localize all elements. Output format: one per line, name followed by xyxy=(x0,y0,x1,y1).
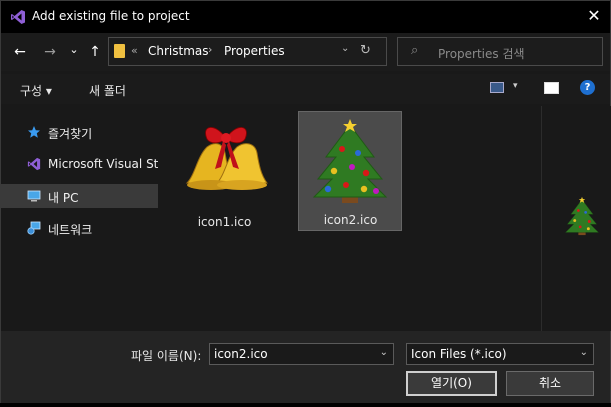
network-icon xyxy=(27,221,41,235)
visual-studio-icon xyxy=(27,157,41,171)
chevron-down-icon[interactable]: ⌄ xyxy=(380,347,388,358)
sidebar-item-label: 내 PC xyxy=(48,191,79,205)
refresh-button[interactable]: ↻ xyxy=(360,43,371,58)
search-placeholder[interactable]: Properties 검색 xyxy=(438,45,525,62)
title-bar: Add existing file to project ✕ xyxy=(1,1,610,33)
star-icon xyxy=(28,126,40,138)
folder-icon xyxy=(114,44,125,58)
new-folder-button[interactable]: 새 폴더 xyxy=(89,82,126,99)
address-dropdown-icon[interactable]: ⌄ xyxy=(341,43,349,54)
filename-value[interactable]: icon2.ico xyxy=(214,347,268,361)
up-button[interactable]: ↑ xyxy=(87,43,103,61)
breadcrumb-properties[interactable]: Properties xyxy=(224,44,285,58)
search-box[interactable]: ⌕ Properties 검색 xyxy=(397,37,603,66)
file-type-select[interactable]: Icon Files (*.ico) ⌄ xyxy=(406,343,594,365)
filename-label: 파일 이름(N): xyxy=(131,349,202,363)
address-bar[interactable]: « Christmas › Properties ⌄ ↻ xyxy=(108,37,387,66)
view-options-dropdown[interactable]: ▾ xyxy=(513,81,518,91)
back-button[interactable]: ← xyxy=(12,43,28,61)
window-title: Add existing file to project xyxy=(32,9,190,23)
sidebar-item-this-pc[interactable]: 내 PC xyxy=(1,184,158,208)
sidebar-item-label: Microsoft Visual Studio xyxy=(48,157,158,171)
sidebar-item-favorites[interactable]: 즐겨찾기 xyxy=(1,120,158,144)
christmas-tree-icon xyxy=(312,119,388,203)
change-view-icon[interactable] xyxy=(490,82,504,93)
forward-button[interactable]: → xyxy=(42,43,58,61)
organize-menu[interactable]: 구성 ▾ xyxy=(20,82,52,99)
sidebar-item-label: 네트워크 xyxy=(48,223,93,237)
sidebar-item-label: 즐겨찾기 xyxy=(48,127,93,141)
close-button[interactable]: ✕ xyxy=(584,6,604,26)
sidebar-item-visual-studio[interactable]: Microsoft Visual Studio xyxy=(1,152,158,176)
navigation-pane: 즐겨찾기 Microsoft Visual Studio 내 PC 네트워크 xyxy=(1,106,161,331)
filename-input[interactable]: icon2.ico ⌄ xyxy=(209,343,394,365)
chevron-down-icon[interactable]: ⌄ xyxy=(580,347,588,358)
christmas-tree-icon xyxy=(565,196,599,236)
help-button[interactable]: ? xyxy=(580,80,595,95)
file-name: icon2.ico xyxy=(323,213,378,227)
dialog-window: Add existing file to project ✕ ← → ⌄ ↑ «… xyxy=(0,0,611,407)
search-icon: ⌕ xyxy=(411,43,419,58)
open-button[interactable]: 열기(O) xyxy=(406,371,497,396)
bells-icon xyxy=(185,127,268,190)
file-type-value[interactable]: Icon Files (*.ico) xyxy=(411,347,507,361)
cancel-button[interactable]: 취소 xyxy=(506,371,594,396)
file-tile-icon1[interactable]: icon1.ico xyxy=(173,113,276,229)
file-name: icon1.ico xyxy=(197,215,252,229)
preview-pane-icon[interactable] xyxy=(544,82,559,94)
file-tile-icon2[interactable]: icon2.ico xyxy=(298,111,402,231)
visual-studio-icon xyxy=(11,10,25,24)
computer-icon xyxy=(27,190,41,202)
breadcrumb-separator[interactable]: › xyxy=(208,43,212,56)
recent-locations-dropdown[interactable]: ⌄ xyxy=(66,41,82,59)
overflow-icon[interactable]: « xyxy=(131,44,138,57)
window-bottom-edge xyxy=(0,403,611,407)
breadcrumb-christmas[interactable]: Christmas xyxy=(148,44,209,58)
sidebar-item-network[interactable]: 네트워크 xyxy=(1,216,158,240)
file-list: icon1.ico icon2.ico xyxy=(161,106,541,331)
preview-pane xyxy=(541,106,611,331)
